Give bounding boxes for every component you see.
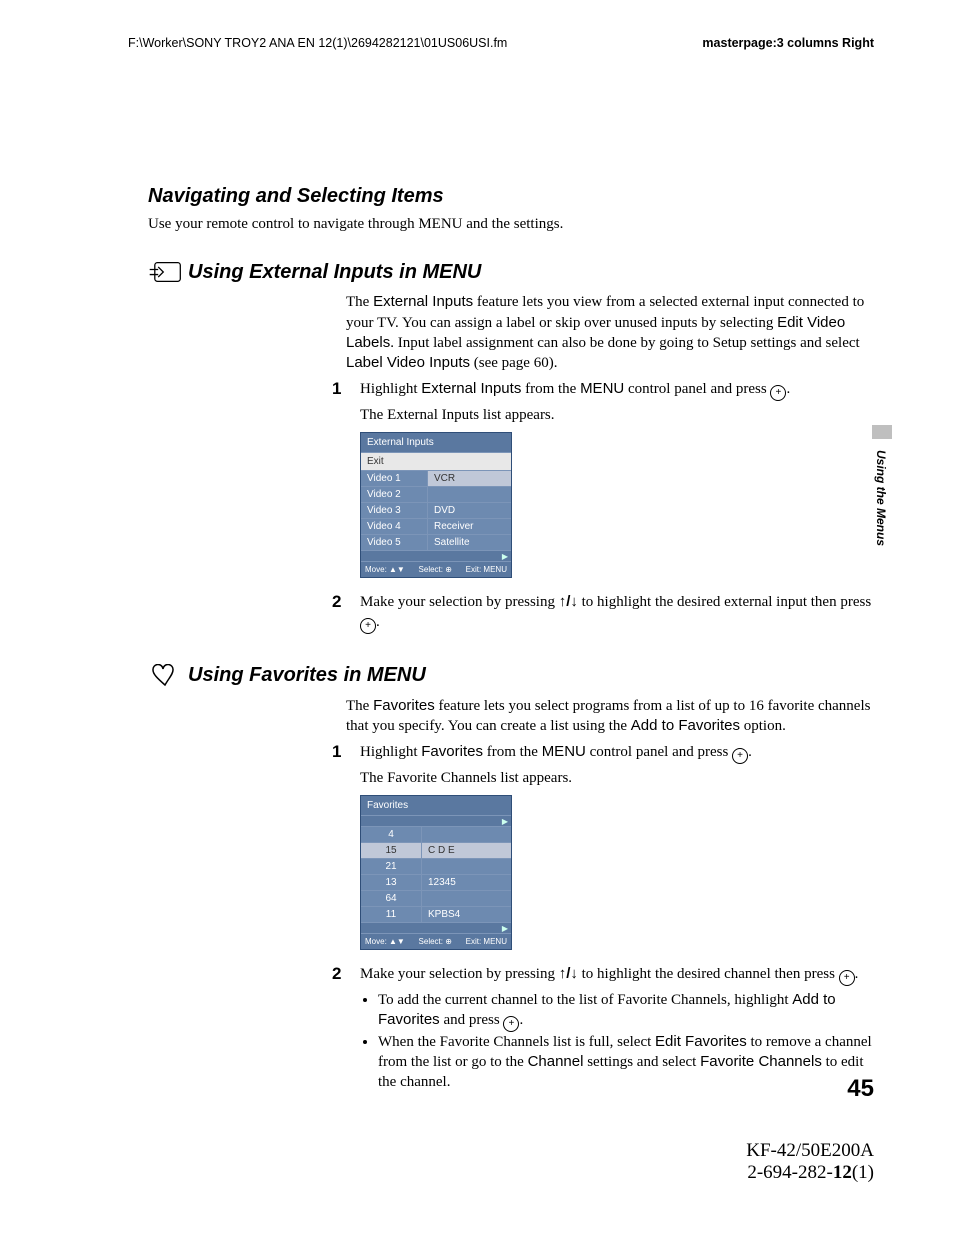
part-number: 2-694-282-12(1): [746, 1162, 874, 1184]
step-number: 1: [332, 379, 360, 585]
page-content: Navigating and Selecting Items Use your …: [0, 50, 954, 1093]
fav-step2-text: Make your selection by pressing ↑/↓ to h…: [360, 964, 874, 986]
external-inputs-panel: External Inputs Exit Video 1VCR Video 2 …: [360, 432, 512, 578]
panel-footer: Move: ▲▼ Select: ⊕ Exit: MENU: [361, 561, 511, 577]
plus-icon: +: [770, 385, 786, 401]
ext-inputs-para: The External Inputs feature lets you vie…: [346, 292, 874, 373]
panel-title: Favorites: [361, 796, 511, 815]
scroll-arrow-icon: ▶: [502, 552, 508, 561]
header-path: F:\Worker\SONY TROY2 ANA EN 12(1)\269428…: [128, 36, 507, 50]
up-down-arrow-icon: ↑/↓: [559, 965, 578, 982]
side-tab-bar: [872, 425, 892, 439]
section-intro: Use your remote control to navigate thro…: [148, 214, 874, 234]
side-tab: Using the Menus: [874, 450, 888, 546]
panel-footer: Move: ▲▼ Select: ⊕ Exit: MENU: [361, 933, 511, 949]
plus-icon: +: [503, 1016, 519, 1032]
ext-inputs-icon: [148, 260, 182, 284]
scroll-arrow-icon: ▶: [502, 924, 508, 933]
step-number: 1: [332, 742, 360, 957]
ext-inputs-title: Using External Inputs in MENU: [188, 261, 481, 284]
ext-step-2: 2 Make your selection by pressing ↑/↓ to…: [332, 592, 874, 638]
ext-inputs-body: The External Inputs feature lets you vie…: [346, 292, 874, 638]
plus-icon: +: [732, 748, 748, 764]
favorites-heading: Using Favorites in MENU: [148, 664, 874, 688]
panel-exit: Exit: [361, 452, 511, 470]
fav-bullets: To add the current channel to the list o…: [360, 990, 874, 1093]
panel-title: External Inputs: [361, 433, 511, 452]
plus-icon: +: [360, 618, 376, 634]
step-number: 2: [332, 592, 360, 638]
section-title: Navigating and Selecting Items: [148, 185, 874, 208]
favorites-panel: Favorites ▶ 4 15C D E 21 1312345 64 11KP…: [360, 795, 512, 950]
ext-step1-text: Highlight External Inputs from the MENU …: [360, 379, 874, 401]
ext-step1-line2: The External Inputs list appears.: [360, 405, 874, 425]
ext-inputs-heading: Using External Inputs in MENU: [148, 260, 874, 284]
plus-icon: +: [839, 970, 855, 986]
heart-icon: [148, 664, 182, 688]
favorites-title: Using Favorites in MENU: [188, 664, 426, 687]
favorites-para: The Favorites feature lets you select pr…: [346, 696, 874, 737]
model-number: KF-42/50E200A: [746, 1140, 874, 1162]
doc-footer: KF-42/50E200A 2-694-282-12(1): [746, 1140, 874, 1184]
page-number: 45: [847, 1075, 874, 1103]
favorites-body: The Favorites feature lets you select pr…: [346, 696, 874, 1093]
fav-step-2: 2 Make your selection by pressing ↑/↓ to…: [332, 964, 874, 1093]
header-masterpage: masterpage:3 columns Right: [702, 36, 874, 50]
fav-step-1: 1 Highlight Favorites from the MENU cont…: [332, 742, 874, 957]
page-header: F:\Worker\SONY TROY2 ANA EN 12(1)\269428…: [0, 0, 954, 50]
ext-step-1: 1 Highlight External Inputs from the MEN…: [332, 379, 874, 585]
fav-step1-line2: The Favorite Channels list appears.: [360, 768, 874, 788]
fav-bullet-2: When the Favorite Channels list is full,…: [378, 1032, 874, 1093]
up-down-arrow-icon: ↑/↓: [559, 593, 578, 610]
ext-step2-text: Make your selection by pressing ↑/↓ to h…: [360, 592, 874, 634]
fav-bullet-1: To add the current channel to the list o…: [378, 990, 874, 1032]
scroll-arrow-icon: ▶: [502, 817, 508, 826]
fav-step1-text: Highlight Favorites from the MENU contro…: [360, 742, 874, 764]
step-number: 2: [332, 964, 360, 1093]
